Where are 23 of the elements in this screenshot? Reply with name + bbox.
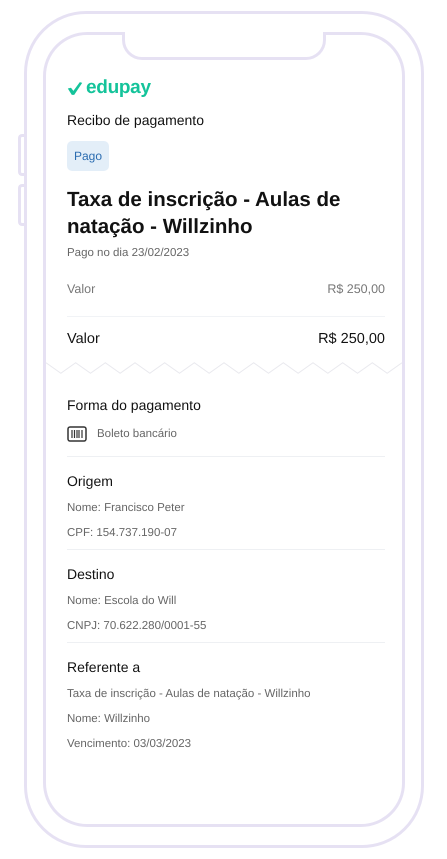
section-heading: Forma do pagamento [67, 397, 202, 413]
checkmark-icon [67, 80, 83, 96]
detail-text: CPF: 154.737.190-07 [67, 527, 178, 539]
amount-label: Valor [67, 282, 96, 296]
section-heading: Origem [67, 473, 114, 489]
detail-text: Nome: Willzinho [67, 713, 152, 725]
barcode-icon [67, 426, 87, 442]
section-heading: Referente a [67, 659, 142, 675]
amount-value: R$ 250,00 [318, 331, 385, 347]
receipt-subtitle: Recibo de pagamento [67, 112, 205, 128]
detail-text: Taxa de inscrição - Aulas de natação - Willzinho [67, 688, 312, 700]
payment-method: Boleto bancário [97, 428, 177, 440]
detail-text: Vencimento: 03/03/2023 [67, 738, 192, 750]
detail-text: Nome: Francisco Peter [67, 502, 186, 514]
receipt-title: Taxa de inscrição - Aulas de natação - Willzinho [67, 187, 342, 240]
amount-value: R$ 250,00 [327, 282, 385, 296]
status-badge: Pago [67, 141, 110, 171]
section-heading: Destino [67, 566, 116, 582]
detail-text: CNPJ: 70.622.280/0001-55 [67, 620, 208, 632]
logo-text: edupay [86, 77, 151, 99]
detail-text: Nome: Escola do Will [67, 595, 178, 607]
amount-label: Valor [67, 331, 100, 347]
paid-date: Pago no dia 23/02/2023 [67, 247, 190, 259]
